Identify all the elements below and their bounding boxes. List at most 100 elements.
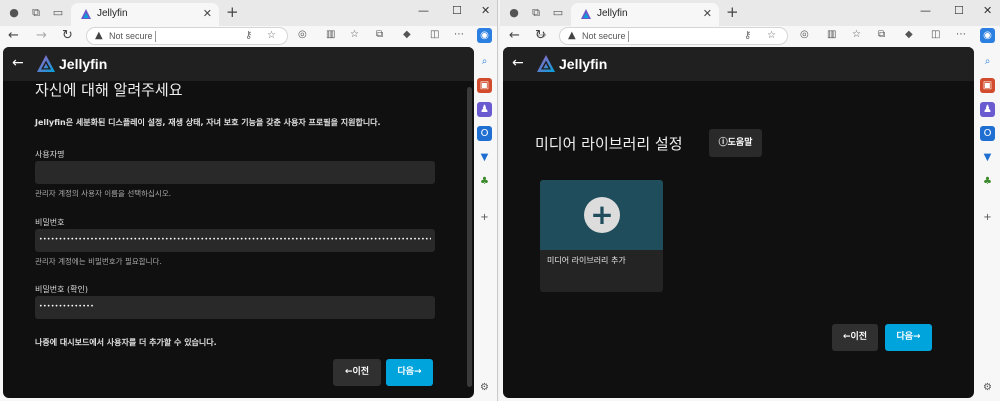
screenshot-icon[interactable]: ◫ (430, 29, 439, 40)
maximize-button[interactable]: ☐ (954, 4, 964, 17)
extension-icon[interactable]: ◆ (403, 29, 411, 40)
games-icon[interactable]: ♟ (477, 102, 492, 117)
profile-icon[interactable]: ● (506, 5, 522, 21)
app-header: ← Jellyfin (503, 47, 974, 81)
collections-icon[interactable]: ⧉ (878, 29, 885, 40)
split-screen-icon[interactable]: ▥ (326, 29, 335, 40)
tab-actions-icon[interactable]: ▭ (50, 5, 66, 21)
previous-button[interactable]: ←이전 (832, 324, 878, 351)
tab-bar: ● ⧉ ▭ Jellyfin ✕ + — ☐ ✕ (0, 0, 497, 26)
tree-icon[interactable]: ♣ (980, 174, 995, 189)
browser-tab[interactable]: Jellyfin ✕ (571, 3, 719, 26)
favorites-icon[interactable]: ☆ (852, 29, 861, 40)
games-icon[interactable]: ♟ (980, 102, 995, 117)
edge-sidebar: ◉ ⌕ ▣ ♟ O ▼ ♣ + ⚙ (975, 26, 1000, 401)
tab-title: Jellyfin (597, 8, 628, 19)
page-title: 자신에 대해 알려주세요 (35, 81, 183, 99)
shopping-icon[interactable]: ▣ (477, 78, 492, 93)
browser-tab[interactable]: Jellyfin ✕ (71, 3, 219, 26)
add-users-note: 나중에 대시보드에서 사용자를 더 추가할 수 있습니다. (35, 338, 217, 347)
copilot-icon[interactable]: ◎ (800, 29, 809, 40)
workspaces-icon[interactable]: ⧉ (528, 5, 544, 21)
split-screen-icon[interactable]: ▥ (827, 29, 836, 40)
tools-icon[interactable]: ▼ (477, 150, 492, 165)
app-header: ← Jellyfin (3, 47, 474, 81)
back-icon[interactable]: ← (509, 28, 520, 44)
back-arrow-icon[interactable]: ← (12, 56, 24, 70)
card-label: 미디어 라이브러리 추가 (547, 256, 626, 265)
settings-gear-icon[interactable]: ⚙ (980, 380, 995, 395)
next-button[interactable]: 다음→ (885, 324, 932, 351)
jellyfin-app: ← Jellyfin 미디어 라이브러리 설정 ⓘ도움말 + 미디어 라이브러리… (503, 47, 974, 398)
confirm-password-input[interactable]: •••••••••••••• (35, 296, 435, 319)
logo-text: Jellyfin (59, 56, 108, 72)
workspaces-icon[interactable]: ⧉ (28, 5, 44, 21)
jellyfin-app: ← Jellyfin 자신에 대해 알려주세요 Jellyfin은 세분화된 디… (3, 47, 474, 398)
minimize-button[interactable]: — (418, 4, 429, 17)
tab-close-icon[interactable]: ✕ (203, 7, 212, 20)
favorite-star-icon[interactable]: ☆ (767, 30, 776, 41)
screenshot-icon[interactable]: ◫ (931, 29, 940, 40)
password-input[interactable]: ••••••••••••••••••••••••••••••••••••••••… (35, 229, 435, 252)
copilot-sidebar-icon[interactable]: ◉ (980, 28, 995, 43)
tab-close-icon[interactable]: ✕ (703, 7, 712, 20)
profile-icon[interactable]: ● (6, 5, 22, 21)
refresh-icon[interactable]: ↻ (62, 28, 73, 44)
favorite-star-icon[interactable]: ☆ (267, 30, 276, 41)
address-bar[interactable]: ▲ Not secure ⚷ ☆ (86, 27, 288, 45)
favorites-icon[interactable]: ☆ (350, 29, 359, 40)
new-tab-button[interactable]: + (226, 5, 239, 20)
close-window-button[interactable]: ✕ (481, 4, 490, 17)
search-icon[interactable]: ⌕ (980, 54, 995, 69)
browser-window-right: ● ⧉ ▭ Jellyfin ✕ + — ☐ ✕ ← → ↻ ▲ Not sec… (500, 0, 1000, 401)
not-secure-label: Not secure (109, 31, 153, 41)
back-arrow-icon[interactable]: ← (512, 56, 524, 70)
browser-window-left: ● ⧉ ▭ Jellyfin ✕ + — ☐ ✕ ← → ↻ ▲ Not sec… (0, 0, 498, 401)
minimize-button[interactable]: — (920, 4, 931, 17)
add-sidebar-icon[interactable]: + (477, 210, 492, 225)
edge-sidebar: ◉ ⌕ ▣ ♟ O ▼ ♣ + ⚙ (472, 26, 497, 401)
address-bar[interactable]: ▲ Not secure ⚷ ☆ (559, 27, 788, 45)
jellyfin-favicon-icon (81, 9, 91, 19)
key-icon[interactable]: ⚷ (744, 30, 751, 41)
warning-icon: ▲ (568, 30, 576, 41)
copilot-icon[interactable]: ◎ (298, 29, 307, 40)
forward-icon[interactable]: → (36, 28, 47, 44)
help-button[interactable]: ⓘ도움말 (709, 129, 762, 157)
tools-icon[interactable]: ▼ (980, 150, 995, 165)
jellyfin-logo-icon (537, 55, 555, 72)
more-menu-icon[interactable]: ⋯ (956, 29, 966, 40)
add-media-library-card[interactable]: + 미디어 라이브러리 추가 (540, 180, 663, 292)
password-value: ••••••••••••••••••••••••••••••••••••••••… (39, 236, 431, 243)
jellyfin-logo-icon (37, 55, 55, 72)
outlook-icon[interactable]: O (980, 126, 995, 141)
tab-actions-icon[interactable]: ▭ (550, 5, 566, 21)
new-tab-button[interactable]: + (726, 5, 739, 20)
close-window-button[interactable]: ✕ (983, 4, 992, 17)
username-input[interactable] (35, 161, 435, 184)
next-button[interactable]: 다음→ (386, 359, 433, 386)
tab-bar: ● ⧉ ▭ Jellyfin ✕ + — ☐ ✕ (500, 0, 1000, 26)
more-menu-icon[interactable]: ⋯ (454, 29, 464, 40)
username-help-text: 관리자 계정의 사용자 이름을 선택하십시오. (35, 189, 172, 198)
outlook-icon[interactable]: O (477, 126, 492, 141)
key-icon[interactable]: ⚷ (245, 30, 252, 41)
username-label: 사용자명 (35, 150, 65, 159)
back-icon[interactable]: ← (8, 28, 19, 44)
tree-icon[interactable]: ♣ (477, 174, 492, 189)
copilot-sidebar-icon[interactable]: ◉ (477, 28, 492, 43)
shopping-icon[interactable]: ▣ (980, 78, 995, 93)
jellyfin-favicon-icon (581, 9, 591, 19)
add-sidebar-icon[interactable]: + (980, 210, 995, 225)
refresh-icon[interactable]: ↻ (535, 28, 546, 44)
address-divider (155, 31, 156, 42)
settings-gear-icon[interactable]: ⚙ (477, 380, 492, 395)
maximize-button[interactable]: ☐ (452, 4, 462, 17)
extension-icon[interactable]: ◆ (905, 29, 913, 40)
previous-button[interactable]: ←이전 (333, 359, 381, 386)
collections-icon[interactable]: ⧉ (376, 29, 383, 40)
confirm-password-value: •••••••••••••• (39, 303, 95, 310)
scrollbar[interactable] (467, 87, 472, 387)
intro-text: Jellyfin은 세분화된 디스플레이 설정, 재생 상태, 자녀 보호 기능… (35, 118, 381, 127)
search-icon[interactable]: ⌕ (477, 54, 492, 69)
